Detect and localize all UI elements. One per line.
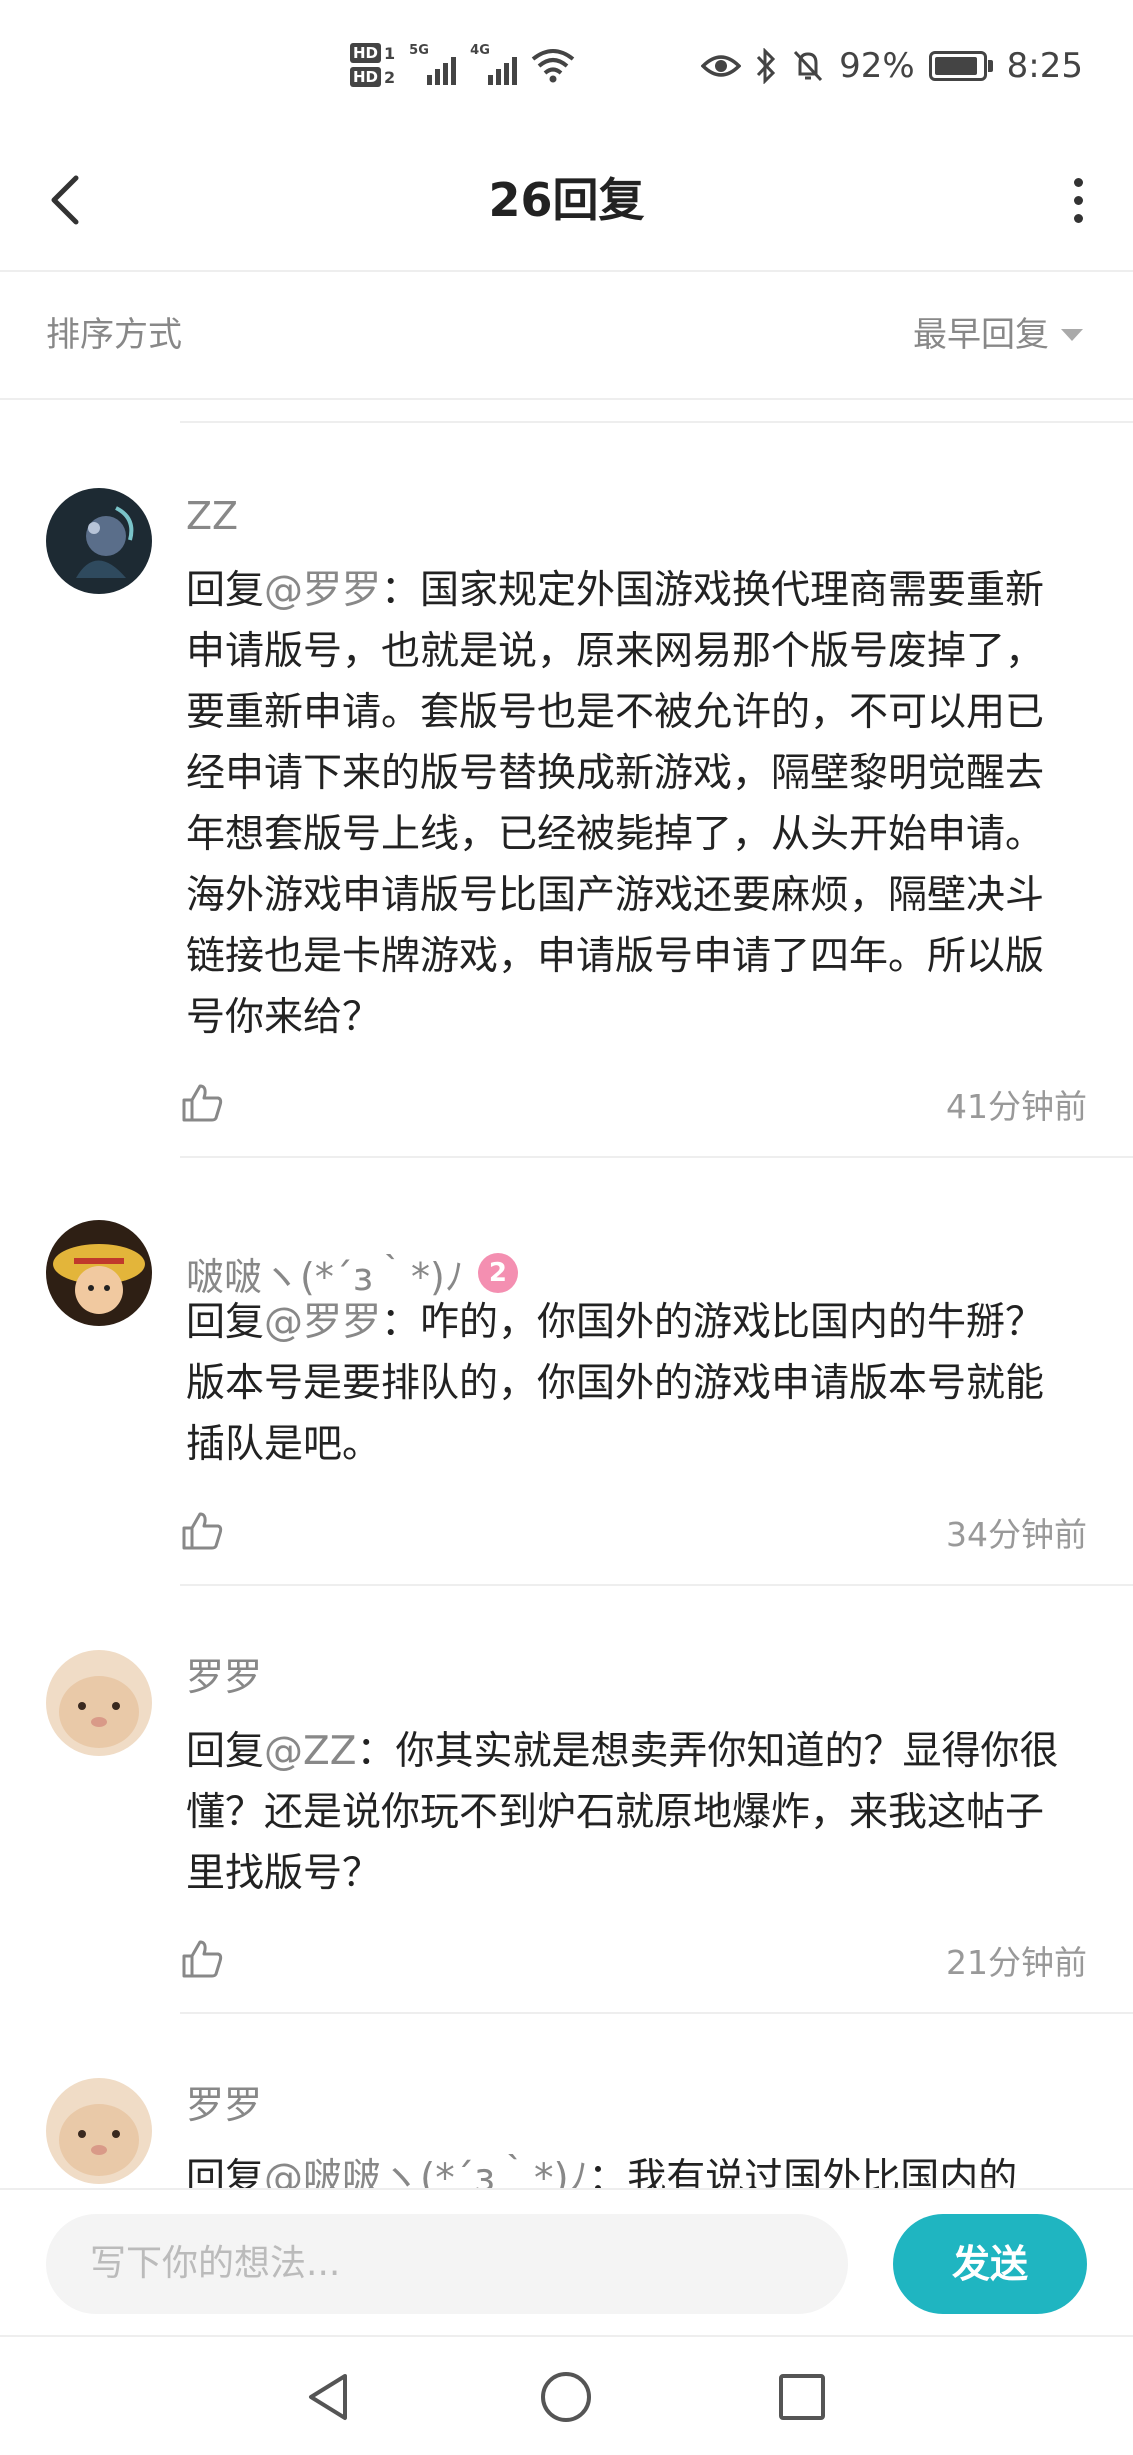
divider	[180, 2012, 1133, 2014]
nav-recent-icon	[779, 2374, 825, 2420]
avatar[interactable]	[46, 488, 152, 594]
hd-indicator: HD 1 HD 2	[350, 43, 395, 87]
avatar[interactable]	[46, 1220, 152, 1326]
avatar-image	[46, 1650, 152, 1756]
battery-percent: 92%	[839, 45, 915, 86]
battery-icon	[928, 50, 993, 81]
sort-selected-value: 最早回复	[913, 315, 1049, 355]
bluetooth-icon	[756, 47, 776, 84]
avatar-image	[46, 488, 152, 594]
reply-input-bar: 写下你的想法... 发送	[0, 2188, 1133, 2335]
comment-author[interactable]: 罗罗	[186, 2073, 262, 2129]
status-bar: HD 1 HD 2 5G 4G 92% 8:25	[0, 0, 1133, 130]
nav-back-icon	[309, 2374, 347, 2420]
clock: 8:25	[1006, 45, 1083, 86]
divider	[180, 1584, 1133, 1586]
system-nav-bar	[0, 2335, 1133, 2455]
muted-bell-icon	[793, 50, 823, 81]
nav-home-button[interactable]	[528, 2359, 604, 2435]
page-title: 26回复	[488, 173, 645, 227]
avatar[interactable]	[46, 2078, 152, 2184]
comment-text: 回复@罗罗：咋的，你国外的游戏比国内的牛掰？版本号是要排队的，你国外的游戏申请版…	[186, 1300, 1045, 1467]
sort-bar: 排序方式 最早回复	[0, 272, 1133, 400]
thumbs-up-icon[interactable]	[180, 1508, 224, 1552]
nav-home-icon	[541, 2372, 591, 2422]
mention-link[interactable]: @罗罗	[264, 568, 381, 613]
hd-label: HD	[350, 67, 382, 87]
more-options-button[interactable]	[1063, 170, 1093, 230]
mention-link[interactable]: @ZZ	[264, 1729, 356, 1774]
sort-dropdown[interactable]: 最早回复	[913, 272, 1083, 398]
sort-label: 排序方式	[46, 315, 182, 355]
nav-recent-button[interactable]	[764, 2359, 840, 2435]
thumbs-up-icon[interactable]	[180, 1936, 224, 1980]
thumbs-up-icon[interactable]	[180, 1080, 224, 1124]
wifi-icon	[531, 49, 575, 83]
status-right: 92% 8:25	[701, 38, 1083, 93]
divider	[180, 1156, 1133, 1158]
level-badge: 2	[477, 1253, 518, 1293]
divider	[180, 421, 1133, 423]
hd-sim-number: 1	[384, 43, 396, 63]
avatar-image	[46, 2078, 152, 2184]
top-app-bar: 26回复	[0, 130, 1133, 272]
nav-back-button[interactable]	[290, 2359, 366, 2435]
comment-text: 回复@ZZ：你其实就是想卖弄你知道的？显得你很懂？还是说你玩不到炉石就原地爆炸，…	[186, 1729, 1059, 1896]
hd-sim-number: 2	[384, 67, 396, 87]
comment-timestamp: 41分钟前	[946, 1087, 1087, 1126]
comment-timestamp: 34分钟前	[946, 1515, 1087, 1554]
mention-link[interactable]: @罗罗	[264, 1300, 381, 1345]
caret-down-icon	[1061, 329, 1083, 341]
signal-4g-icon: 4G	[470, 43, 518, 85]
status-left: HD 1 HD 2 5G 4G	[350, 30, 575, 100]
avatar[interactable]	[46, 1650, 152, 1756]
comment-text: 回复@罗罗：国家规定外国游戏换代理商需要重新申请版号，也就是说，原来网易那个版号…	[186, 568, 1045, 1040]
eye-icon	[701, 54, 742, 77]
avatar-image	[46, 1220, 152, 1326]
reply-input[interactable]: 写下你的想法...	[46, 2214, 848, 2314]
more-vertical-icon	[1073, 177, 1083, 223]
hd-label: HD	[350, 43, 382, 63]
signal-5g-icon: 5G	[409, 43, 457, 85]
comment-timestamp: 21分钟前	[946, 1943, 1087, 1982]
send-button[interactable]: 发送	[893, 2214, 1087, 2314]
comment-author[interactable]: ZZ	[186, 488, 238, 544]
comment-author[interactable]: 罗罗	[186, 1645, 262, 1701]
reply-input-placeholder: 写下你的想法...	[90, 2243, 341, 2284]
